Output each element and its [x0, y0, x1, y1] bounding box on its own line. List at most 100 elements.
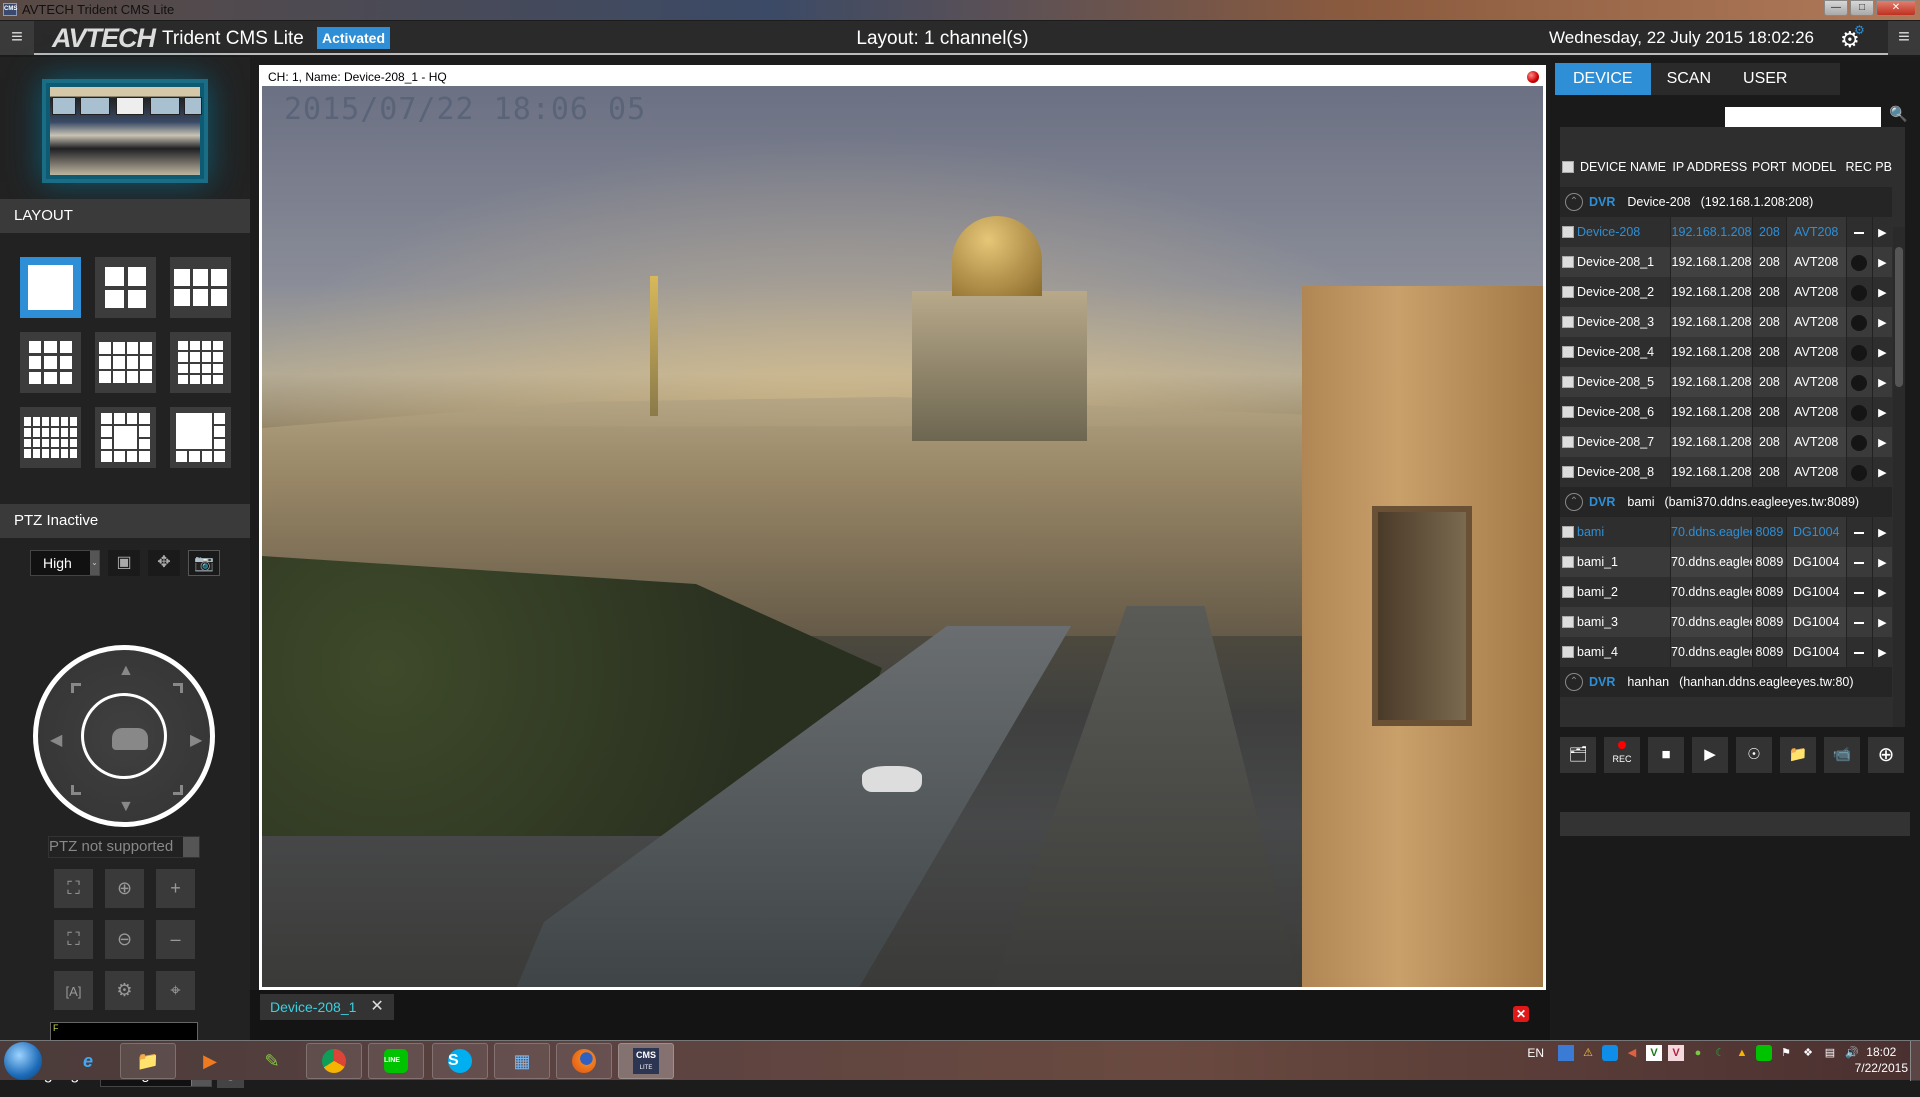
device-checkbox[interactable] — [1562, 256, 1574, 268]
ptz-move-button[interactable]: ✥ — [148, 550, 180, 576]
ptz-up-right[interactable] — [173, 683, 183, 693]
add-folder-button[interactable]: 📁 — [1780, 737, 1816, 773]
device-row[interactable]: Device-208_4 192.168.1.208 208 AVT208 ▶ — [1560, 337, 1892, 367]
stop-button[interactable]: ■ — [1648, 737, 1684, 773]
record-status-icon[interactable] — [1851, 464, 1868, 481]
focus-near-button[interactable]: ⛶ — [54, 869, 93, 908]
close-tab-icon[interactable]: ✕ — [370, 994, 383, 1020]
record-snapshot-button[interactable]: 🗂 — [1560, 737, 1596, 773]
taskbar-line[interactable]: LINE — [368, 1043, 424, 1079]
device-list-scrollbar[interactable] — [1893, 227, 1905, 727]
ptz-up-arrow[interactable]: ▲ — [118, 662, 134, 680]
layout-1-channel-button[interactable] — [20, 257, 81, 318]
ptz-target-button[interactable]: ⌖ — [156, 971, 195, 1010]
device-search-input[interactable] — [1725, 107, 1881, 127]
show-desktop-button[interactable] — [1910, 1041, 1920, 1081]
device-playback-button[interactable]: ▶ — [1873, 277, 1892, 307]
device-checkbox[interactable] — [1562, 226, 1574, 238]
google-drive-icon[interactable]: ▲ — [1734, 1045, 1750, 1061]
auto-focus-button[interactable]: [A] — [54, 971, 93, 1010]
record-disabled-icon[interactable] — [1854, 651, 1865, 654]
taskbar-media-player[interactable]: ▶ — [182, 1043, 238, 1079]
taskbar-file-explorer[interactable]: 📁 — [120, 1043, 176, 1079]
tab-scan[interactable]: SCAN — [1651, 63, 1727, 95]
layout-8-channel-corner-button[interactable] — [170, 407, 231, 468]
col-pb[interactable]: PB — [1875, 160, 1892, 174]
record-disabled-icon[interactable] — [1854, 531, 1865, 534]
video-channel-1[interactable]: CH: 1, Name: Device-208_1 - HQ 2015/07/2… — [259, 65, 1546, 990]
snapshot-button[interactable]: 📷 — [188, 550, 220, 576]
device-playback-button[interactable]: ▶ — [1873, 577, 1892, 607]
device-playback-button[interactable]: ▶ — [1873, 307, 1892, 337]
device-row[interactable]: Device-208_2 192.168.1.208 208 AVT208 ▶ — [1560, 277, 1892, 307]
device-row[interactable]: bami 70.ddns.eaglee 8089 DG1004 ▶ — [1560, 517, 1892, 547]
add-camera-button[interactable]: 📹 — [1824, 737, 1860, 773]
playback-disk-button[interactable]: ▶ — [1692, 737, 1728, 773]
device-row[interactable]: bami_3 70.ddns.eaglee 8089 DG1004 ▶ — [1560, 607, 1892, 637]
dropbox-icon[interactable]: ❖ — [1800, 1045, 1816, 1061]
minimize-button[interactable]: — — [1824, 0, 1848, 16]
device-checkbox[interactable] — [1562, 406, 1574, 418]
col-ip-address[interactable]: IP ADDRESS — [1672, 160, 1752, 174]
select-all-checkbox[interactable] — [1562, 161, 1574, 173]
ptz-direction-pad[interactable]: ▲ ▼ ◀ ▶ — [33, 645, 215, 827]
taskbar-internet-explorer[interactable]: e — [60, 1043, 116, 1079]
device-playback-button[interactable]: ▶ — [1873, 397, 1892, 427]
device-checkbox[interactable] — [1562, 646, 1574, 658]
ptz-down-left[interactable] — [71, 785, 81, 795]
device-rec-cell[interactable] — [1847, 337, 1873, 367]
layout-16-channel-button[interactable] — [170, 332, 231, 393]
device-checkbox[interactable] — [1562, 616, 1574, 628]
ptz-down-arrow[interactable]: ▼ — [118, 798, 134, 816]
device-rec-cell[interactable] — [1847, 217, 1873, 247]
record-button[interactable]: REC — [1604, 737, 1640, 773]
device-rec-cell[interactable] — [1847, 367, 1873, 397]
device-rec-cell[interactable] — [1847, 397, 1873, 427]
device-row[interactable]: Device-208_7 192.168.1.208 208 AVT208 ▶ — [1560, 427, 1892, 457]
device-playback-button[interactable]: ▶ — [1873, 517, 1892, 547]
layout-24-channel-button[interactable] — [20, 407, 81, 468]
col-model[interactable]: MODEL — [1792, 160, 1846, 174]
v-app-icon[interactable]: V — [1668, 1045, 1684, 1061]
device-row[interactable]: bami_4 70.ddns.eaglee 8089 DG1004 ▶ — [1560, 637, 1892, 667]
col-rec[interactable]: REC — [1845, 160, 1875, 174]
right-menu-button[interactable]: ≡ — [1888, 21, 1920, 55]
device-row[interactable]: bami_2 70.ddns.eaglee 8089 DG1004 ▶ — [1560, 577, 1892, 607]
device-rec-cell[interactable] — [1847, 277, 1873, 307]
taskbar-paint[interactable]: ✎ — [244, 1043, 300, 1079]
device-playback-button[interactable]: ▶ — [1873, 547, 1892, 577]
collapse-icon[interactable]: ⌃ — [1565, 673, 1583, 691]
tab-user[interactable]: USER — [1727, 63, 1803, 95]
device-rec-cell[interactable] — [1847, 637, 1873, 667]
record-status-icon[interactable] — [1851, 374, 1868, 391]
device-rec-cell[interactable] — [1847, 577, 1873, 607]
device-playback-button[interactable]: ▶ — [1873, 427, 1892, 457]
search-button[interactable]: 🔍 — [1889, 105, 1908, 123]
device-checkbox[interactable] — [1562, 556, 1574, 568]
ptz-up-left[interactable] — [71, 683, 81, 693]
device-row[interactable]: Device-208_8 192.168.1.208 208 AVT208 ▶ — [1560, 457, 1892, 487]
record-status-icon[interactable] — [1851, 254, 1868, 271]
device-row[interactable]: bami_1 70.ddns.eaglee 8089 DG1004 ▶ — [1560, 547, 1892, 577]
col-device-name[interactable]: DEVICE NAME — [1580, 160, 1672, 174]
device-playback-button[interactable]: ▶ — [1873, 607, 1892, 637]
device-row[interactable]: Device-208 192.168.1.208 208 AVT208 ▶ — [1560, 217, 1892, 247]
device-checkbox[interactable] — [1562, 316, 1574, 328]
device-rec-cell[interactable] — [1847, 457, 1873, 487]
maximize-button[interactable]: □ — [1850, 0, 1874, 16]
device-rec-cell[interactable] — [1847, 247, 1873, 277]
collapse-icon[interactable]: ⌃ — [1565, 493, 1583, 511]
vnc-icon[interactable]: V — [1646, 1045, 1662, 1061]
record-status-icon[interactable] — [1851, 314, 1868, 331]
layout-9-channel-button[interactable] — [20, 332, 81, 393]
device-playback-button[interactable]: ▶ — [1873, 457, 1892, 487]
dvr-group-header[interactable]: ⌃ DVR hanhan (hanhan.ddns.eagleeyes.tw:80) — [1560, 667, 1892, 697]
device-row[interactable]: Device-208_6 192.168.1.208 208 AVT208 ▶ — [1560, 397, 1892, 427]
stream-quality-select[interactable]: High ⌄ — [30, 550, 100, 576]
col-port[interactable]: PORT — [1752, 160, 1792, 174]
taskbar-clock[interactable]: 18:02 7/22/2015 — [1855, 1044, 1908, 1076]
ptz-down-right[interactable] — [173, 785, 183, 795]
device-row[interactable]: Device-208_3 192.168.1.208 208 AVT208 ▶ — [1560, 307, 1892, 337]
device-playback-button[interactable]: ▶ — [1873, 247, 1892, 277]
settings-button[interactable]: ⚙ ⚙ — [1840, 23, 1865, 53]
